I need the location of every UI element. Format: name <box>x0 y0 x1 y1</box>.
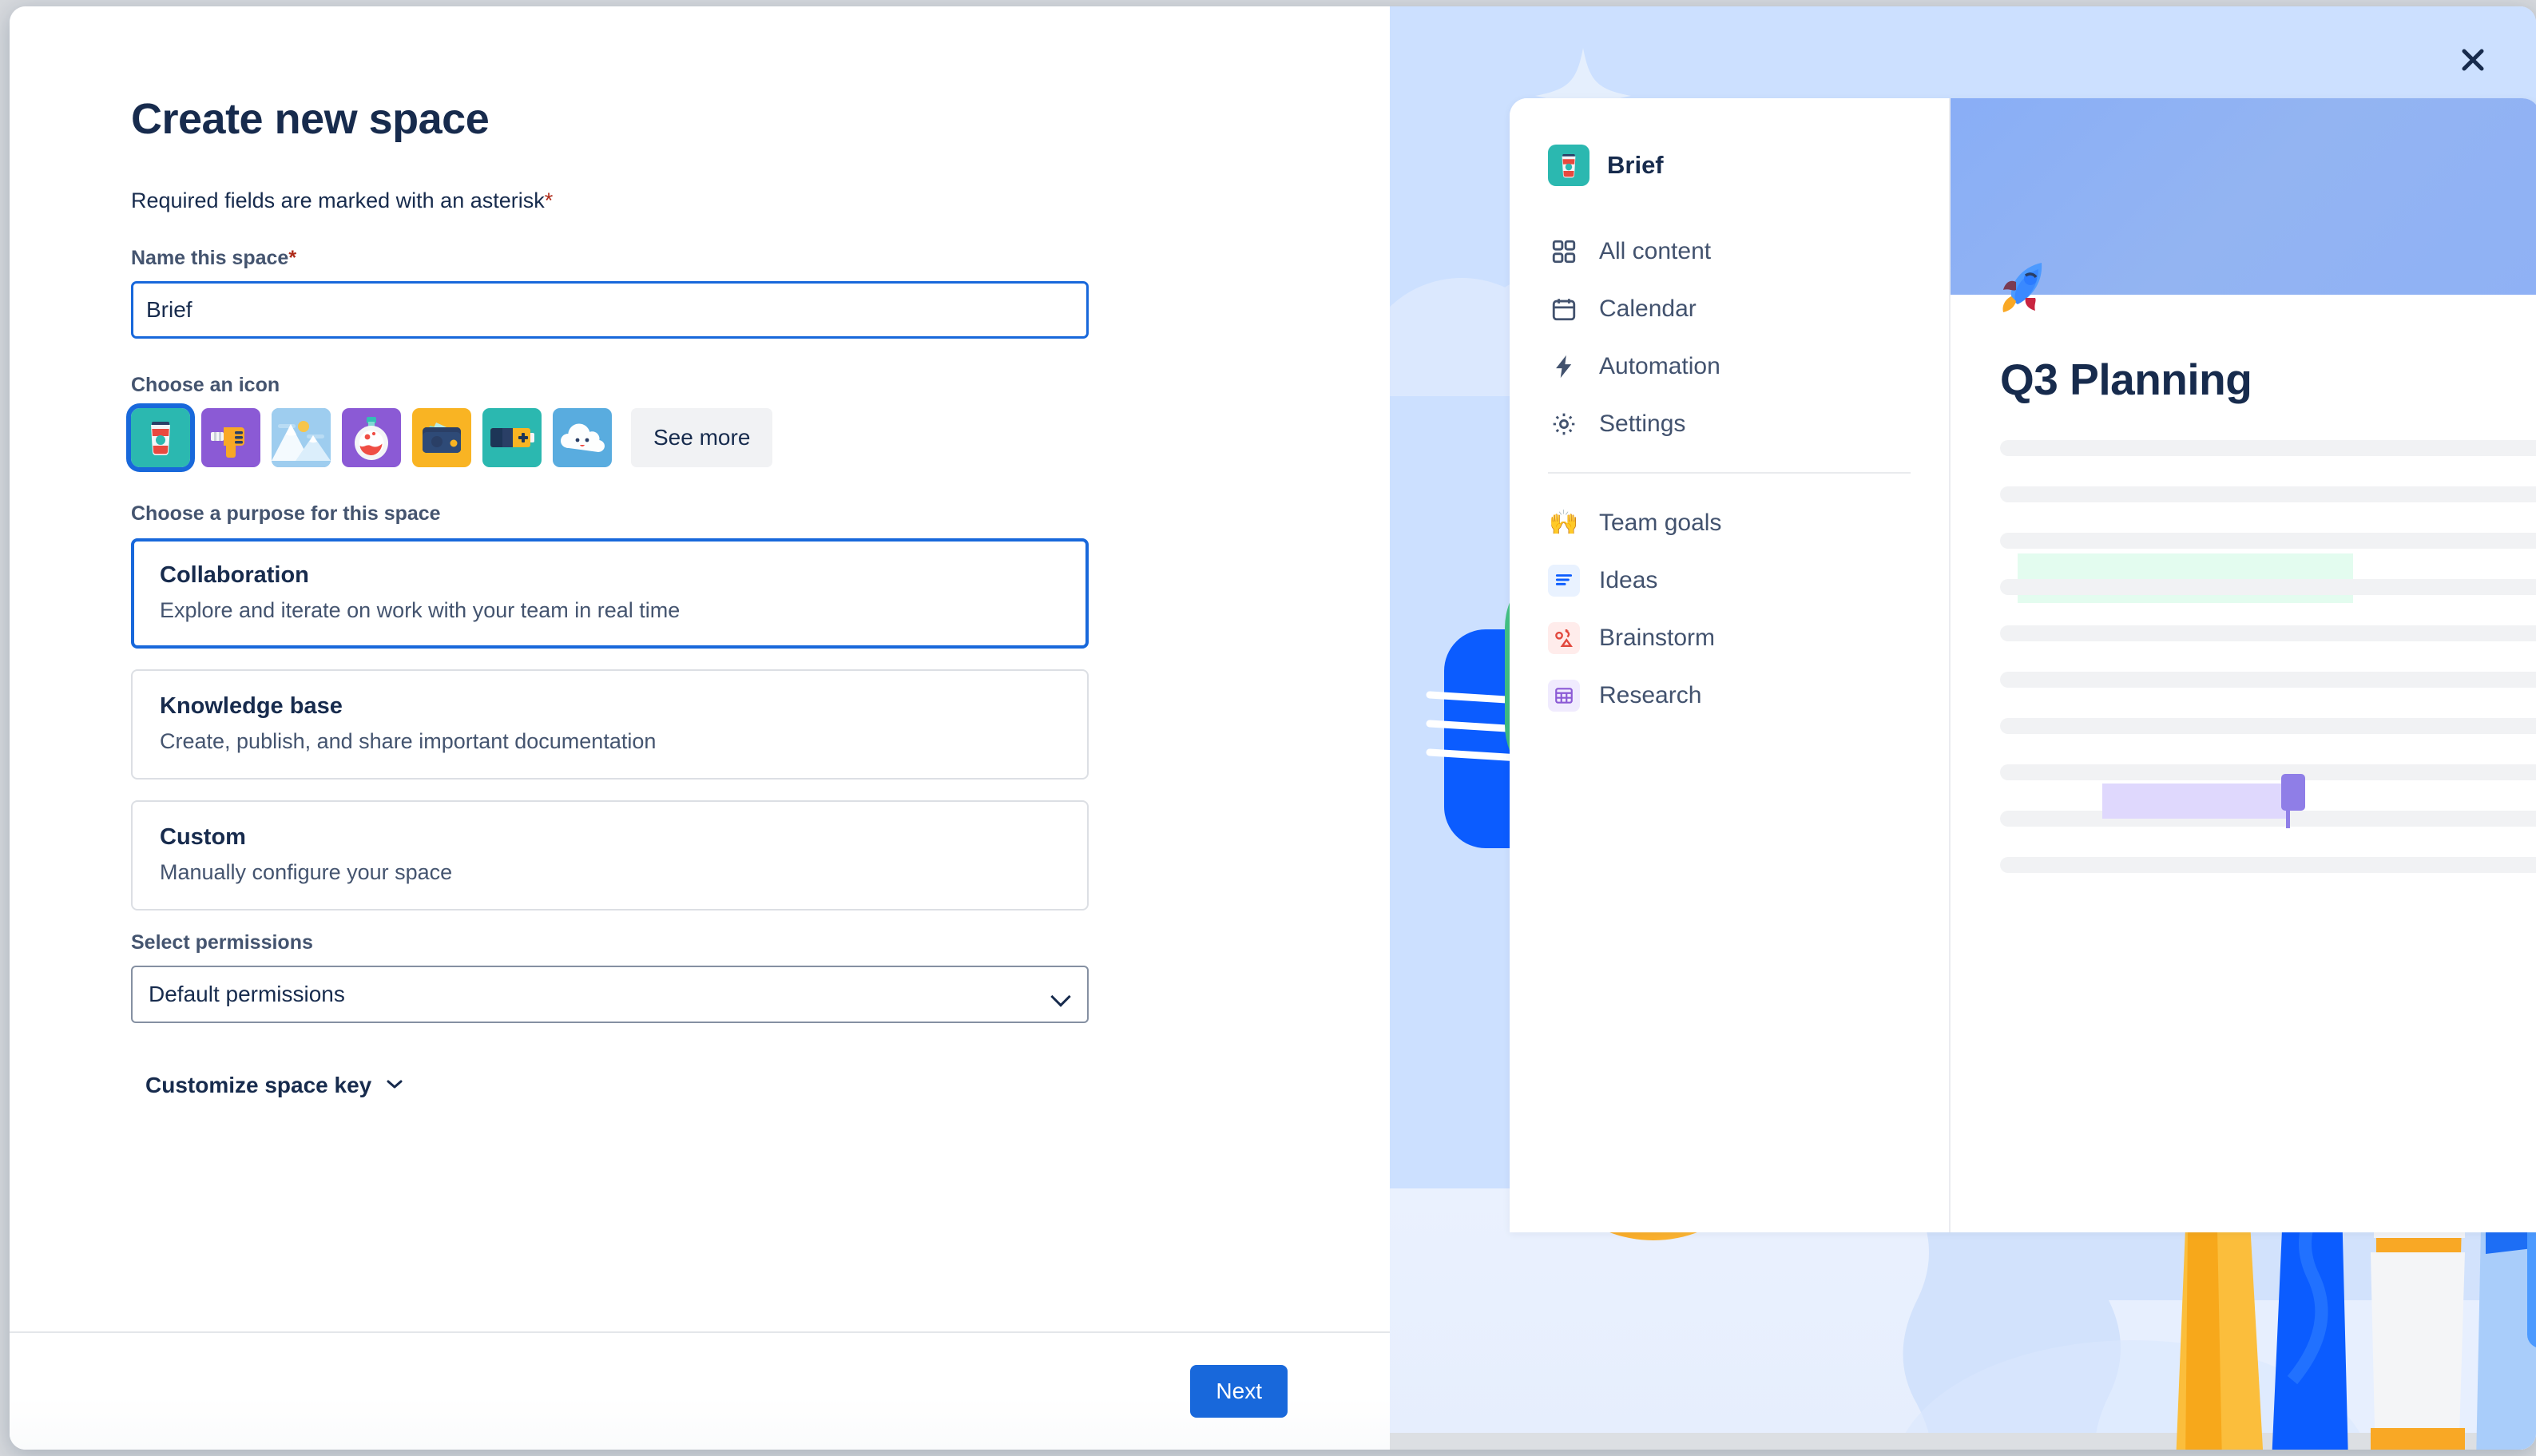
purpose-option-desc: Manually configure your space <box>160 860 453 884</box>
preview-nav-label: All content <box>1599 238 1712 264</box>
text-placeholder-line <box>2000 625 2536 641</box>
icon-picker-row: See more <box>126 403 1390 472</box>
preview-page-ideas[interactable]: Ideas <box>1548 552 1949 609</box>
mountains-icon[interactable] <box>272 408 331 467</box>
space-name-input[interactable] <box>131 281 1089 339</box>
customize-space-key-toggle[interactable]: Customize space key <box>145 1073 1390 1098</box>
coffee-cup-icon <box>1548 145 1589 186</box>
table-icon <box>1548 680 1580 712</box>
cloud-face-icon[interactable] <box>553 408 612 467</box>
next-button[interactable]: Next <box>1190 1365 1288 1418</box>
form-pane: Create new space Required fields are mar… <box>10 6 1390 1450</box>
preview-document: Q3 Planning <box>1951 98 2536 1232</box>
see-more-icons-button[interactable]: See more <box>631 408 773 467</box>
customize-space-key-label: Customize space key <box>145 1073 372 1097</box>
preview-page-research[interactable]: Research <box>1548 667 1949 724</box>
preview-space-header: Brief <box>1548 145 1949 186</box>
permissions-section: Select permissions Default permissions <box>131 931 1390 1023</box>
preview-nav-settings[interactable]: Settings <box>1548 395 1949 453</box>
gear-icon <box>1548 408 1580 440</box>
page-title: Create new space <box>131 95 490 143</box>
purpose-option-knowledge-base[interactable]: Knowledge base Create, publish, and shar… <box>131 669 1089 780</box>
coffee-cup-icon[interactable] <box>126 403 195 472</box>
preview-document-title: Q3 Planning <box>2000 355 2252 404</box>
name-field-label: Name this space* <box>131 247 1390 270</box>
modal-footer: Next <box>10 1331 1390 1450</box>
preview-space-name: Brief <box>1607 151 1664 179</box>
text-placeholder-line <box>2000 764 2536 780</box>
screen-root: Create new space Required fields are mar… <box>0 0 2536 1456</box>
purpose-option-desc: Create, publish, and share important doc… <box>160 729 657 753</box>
drill-icon[interactable] <box>201 408 260 467</box>
required-note-asterisk: * <box>544 188 554 212</box>
potion-flask-icon[interactable] <box>342 408 401 467</box>
purpose-option-title: Custom <box>160 824 246 850</box>
preview-nav-all-content[interactable]: All content <box>1548 223 1949 280</box>
preview-sidebar: Brief All content Calendar Automation Se… <box>1510 98 1951 1232</box>
green-highlight <box>2018 553 2353 603</box>
preview-sidebar-divider <box>1548 472 1911 474</box>
text-placeholder-line <box>2000 857 2536 873</box>
chevron-down-icon <box>1052 990 1070 1000</box>
preview-nav-label: Settings <box>1599 411 1686 437</box>
preview-nav-automation[interactable]: Automation <box>1548 338 1949 395</box>
calendar-icon <box>1548 293 1580 325</box>
text-placeholder-line <box>2000 440 2536 456</box>
text-placeholder-line <box>2000 533 2536 549</box>
name-field-label-text: Name this space <box>131 247 289 269</box>
preview-nav-calendar[interactable]: Calendar <box>1548 280 1949 338</box>
purple-highlight <box>2102 784 2288 819</box>
text-placeholder-line <box>2000 579 2536 595</box>
preview-page-label: Research <box>1599 682 1702 708</box>
purpose-option-custom[interactable]: Custom Manually configure your space <box>131 800 1089 910</box>
purpose-option-title: Knowledge base <box>160 693 343 719</box>
permissions-selected-value: Default permissions <box>149 982 345 1006</box>
text-placeholder-line <box>2000 672 2536 688</box>
purpose-option-title: Collaboration <box>160 562 309 588</box>
text-placeholder-line <box>2000 486 2536 502</box>
lightning-icon <box>1548 351 1580 383</box>
space-preview-window: Brief All content Calendar Automation Se… <box>1510 98 2536 1232</box>
raising-hands-emoji: 🙌 <box>1549 510 1579 536</box>
permissions-label: Select permissions <box>131 931 313 954</box>
preview-page-team-goals[interactable]: 🙌 Team goals <box>1548 494 1949 552</box>
grid-icon <box>1548 236 1580 268</box>
text-lines-icon <box>1548 565 1580 597</box>
preview-nav-label: Automation <box>1599 353 1720 379</box>
preview-page-brainstorm[interactable]: Brainstorm <box>1548 609 1949 667</box>
purple-collab-tab <box>2281 774 2305 811</box>
text-placeholder-line <box>2000 718 2536 734</box>
name-field-required-asterisk: * <box>288 247 297 269</box>
purpose-option-desc: Explore and iterate on work with your te… <box>160 598 681 622</box>
required-fields-note: Required fields are marked with an aster… <box>131 188 1390 213</box>
preview-nav-label: Calendar <box>1599 296 1697 322</box>
form-scroll-area: Create new space Required fields are mar… <box>10 6 1390 1331</box>
purpose-label: Choose a purpose for this space <box>131 502 441 525</box>
wallet-icon[interactable] <box>412 408 471 467</box>
close-x-glyph <box>2462 49 2484 71</box>
close-icon[interactable] <box>2442 29 2504 91</box>
shapes-icon <box>1548 622 1580 654</box>
illustration-pane: Brief All content Calendar Automation Se… <box>1390 6 2536 1450</box>
preview-page-label: Team goals <box>1599 510 1722 536</box>
chevron-down-icon <box>384 1077 405 1094</box>
rocket-icon <box>1992 252 2061 320</box>
purpose-option-collaboration[interactable]: Collaboration Explore and iterate on wor… <box>131 538 1089 649</box>
icon-picker-label: Choose an icon <box>131 374 280 396</box>
required-note-text: Required fields are marked with an aster… <box>131 188 545 212</box>
permissions-select[interactable]: Default permissions <box>131 966 1089 1023</box>
preview-page-label: Ideas <box>1599 567 1658 593</box>
purpose-options-list: Collaboration Explore and iterate on wor… <box>131 538 1390 910</box>
preview-page-label: Brainstorm <box>1599 625 1716 651</box>
create-space-modal: Create new space Required fields are mar… <box>10 6 2536 1450</box>
battery-plus-icon[interactable] <box>482 408 542 467</box>
preview-document-body <box>2000 440 2536 873</box>
